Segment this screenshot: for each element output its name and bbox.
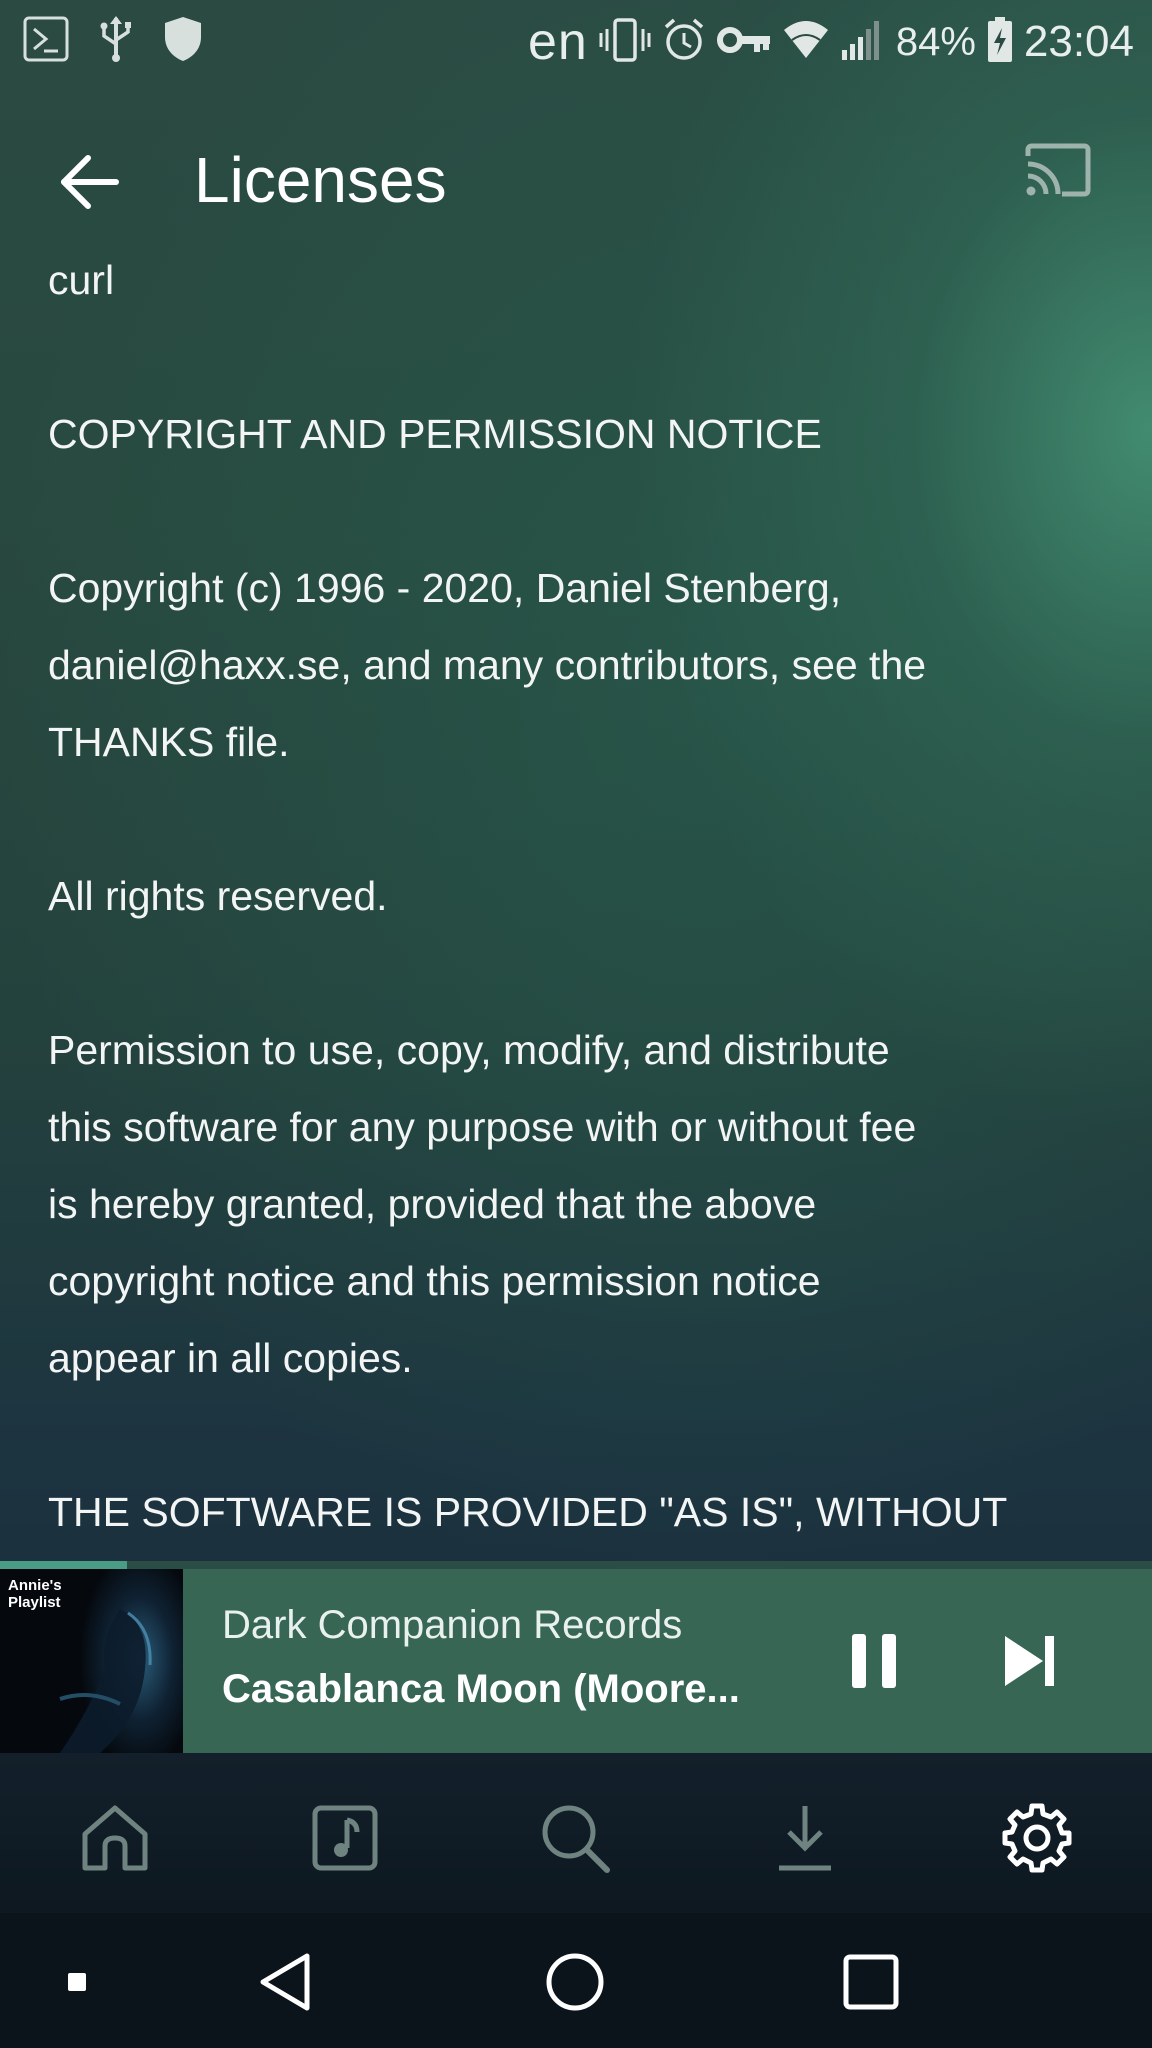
now-playing-bar[interactable]: Annie's Playlist Dark Companion Records …: [0, 1569, 1152, 1753]
status-bar: en 84% 23:04: [0, 0, 1152, 84]
license-line: appear in all copies.: [48, 1335, 413, 1381]
skip-next-icon: [1005, 1636, 1054, 1686]
cast-button[interactable]: [1020, 132, 1096, 208]
system-recents-button[interactable]: [836, 1947, 906, 2017]
system-navigation-bar: [0, 1913, 1152, 2048]
license-line: daniel@haxx.se, and many contributors, s…: [48, 642, 927, 688]
license-line: Copyright (c) 1996 - 2020, Daniel Stenbe…: [48, 565, 842, 611]
search-icon: [542, 1805, 610, 1873]
now-playing-artist: Dark Companion Records: [222, 1603, 683, 1647]
nav-home[interactable]: [70, 1793, 160, 1883]
battery-charging-icon: [986, 16, 1014, 69]
license-line: is hereby granted, provided that the abo…: [48, 1181, 817, 1227]
system-back-button[interactable]: [250, 1947, 320, 2017]
terminal-icon: [22, 15, 70, 68]
license-line: copyright notice and this permission not…: [48, 1258, 821, 1304]
system-home-button[interactable]: [540, 1947, 610, 2017]
triangle-back-icon: [260, 1953, 310, 2011]
license-line: curl: [48, 257, 115, 303]
vpn-key-icon: [716, 20, 772, 65]
now-playing-track: Casablanca Moon (Moore...: [222, 1667, 740, 1711]
license-line: this software for any purpose with or wi…: [48, 1104, 917, 1150]
alarm-icon: [662, 17, 706, 68]
nav-downloads[interactable]: [760, 1793, 850, 1883]
license-text: curl COPYRIGHT AND PERMISSION NOTICE Cop…: [48, 242, 1118, 1560]
license-line: THANKS file.: [48, 719, 290, 765]
license-line: THE SOFTWARE IS PROVIDED "AS IS", WITHOU…: [48, 1489, 1008, 1535]
license-line: All rights reserved.: [48, 873, 388, 919]
dot-indicator: [62, 1967, 92, 1997]
pause-button[interactable]: [850, 1621, 898, 1701]
circle-home-icon: [546, 1953, 604, 2011]
shield-icon: [162, 15, 204, 68]
music-note-icon: [312, 1805, 378, 1871]
bottom-navigation: [0, 1753, 1152, 1913]
playback-progress[interactable]: [0, 1561, 1152, 1569]
usb-icon: [96, 14, 136, 69]
square-recents-icon: [843, 1954, 899, 2010]
gear-icon: [1002, 1803, 1072, 1873]
nav-search[interactable]: [530, 1793, 620, 1883]
playback-progress-fill: [0, 1561, 127, 1569]
vibrate-icon: [598, 15, 652, 70]
battery-percent: 84%: [895, 20, 976, 64]
album-art[interactable]: Annie's Playlist: [0, 1569, 183, 1753]
pause-icon: [852, 1634, 896, 1688]
cast-icon: [1025, 143, 1091, 197]
back-button[interactable]: [48, 140, 132, 224]
license-line: Permission to use, copy, modify, and dis…: [48, 1027, 890, 1073]
app-bar: Licenses: [0, 110, 1152, 230]
cell-signal-icon: [840, 18, 886, 67]
download-icon: [779, 1806, 831, 1871]
skip-next-button[interactable]: [990, 1621, 1070, 1701]
nav-settings[interactable]: [992, 1793, 1082, 1883]
page-title: Licenses: [194, 144, 447, 216]
clock: 23:04: [1023, 17, 1134, 66]
home-icon: [82, 1805, 148, 1871]
license-line: COPYRIGHT AND PERMISSION NOTICE: [48, 411, 822, 457]
language-indicator: en: [527, 13, 588, 71]
wifi-icon: [782, 18, 830, 67]
nav-music[interactable]: [300, 1793, 390, 1883]
back-arrow-icon: [61, 155, 119, 209]
